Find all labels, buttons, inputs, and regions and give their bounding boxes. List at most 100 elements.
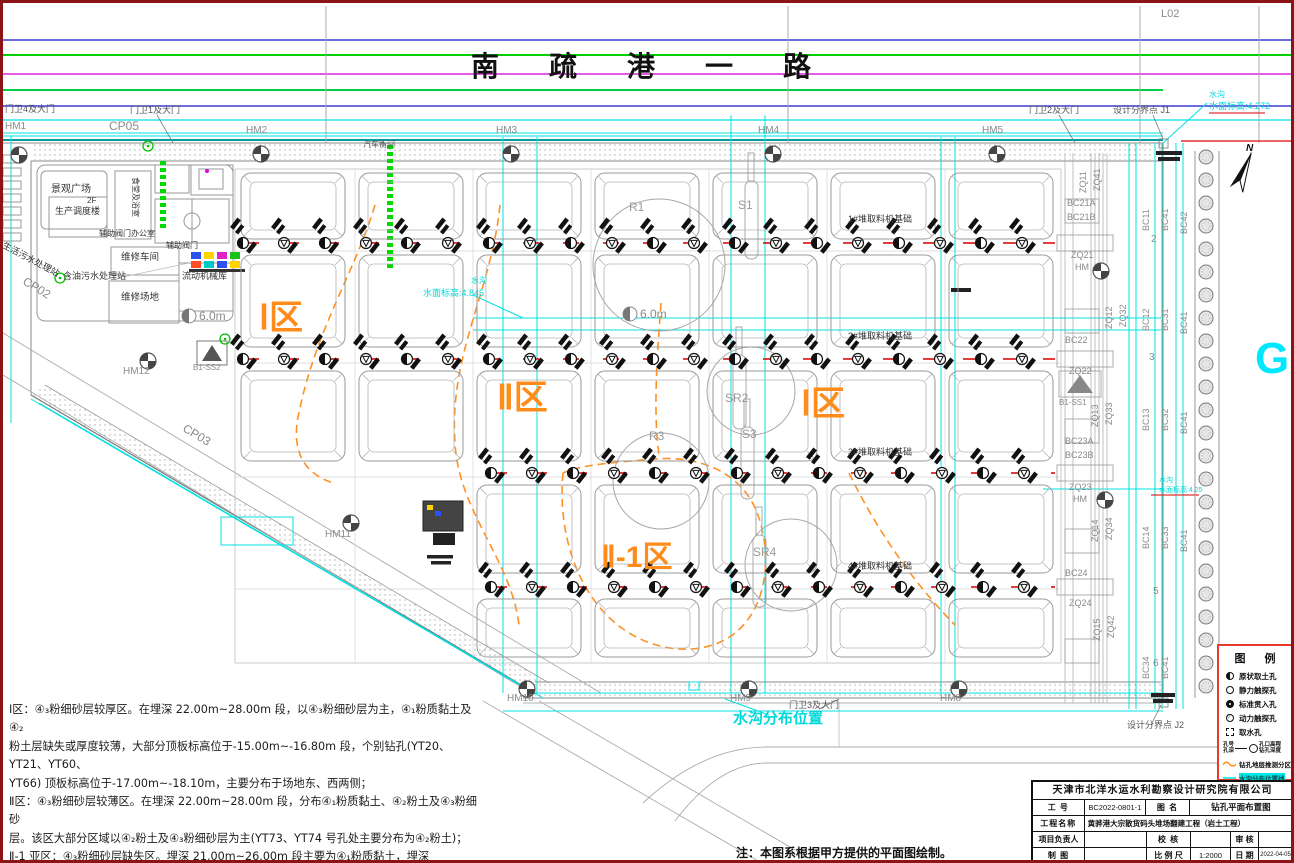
tree-symbol [1199, 472, 1213, 486]
bc32-label: BC32 [1161, 408, 1170, 431]
cp05-label: CP05 [109, 120, 139, 132]
hm1-label: HM1 [5, 122, 26, 132]
tree-symbol [1199, 518, 1213, 532]
legend-wave-row: 钻孔地层推测分区线 [1223, 757, 1289, 771]
tree-symbol [1199, 196, 1213, 210]
tree-symbol [1199, 495, 1213, 509]
oil-sewage-label: 含油污水处理站 [63, 272, 126, 281]
tree-symbol [1199, 403, 1213, 417]
pad-corner-line [362, 451, 369, 458]
check-label: 校 核 [1147, 832, 1191, 847]
zq24-label: ZQ24 [1069, 599, 1092, 608]
s3-label: S3 [742, 428, 757, 440]
survey-point-dot [147, 145, 150, 148]
stockpile-pad [595, 255, 699, 347]
stockpile-pad-inner [250, 182, 336, 230]
gate1-label: 门卫1及大门 [130, 106, 180, 115]
tree-symbol [1199, 334, 1213, 348]
pad-corner-line [925, 258, 932, 265]
stockpile-pad-inner [840, 608, 926, 648]
legend-item: 标准贯入孔 [1223, 697, 1289, 711]
pad-corner-line [480, 602, 487, 609]
pad-corner-line [244, 451, 251, 458]
pad-corner-line [598, 647, 605, 654]
legend-combo-circle-icon [1249, 744, 1258, 753]
bc13-label: BC13 [1142, 408, 1151, 431]
pad-corner-line [362, 258, 369, 265]
stockpile-pad [241, 173, 345, 239]
hm11-label: HM11 [325, 530, 351, 540]
scale-value: 1:2000 [1191, 848, 1231, 863]
pad-corner-line [834, 258, 841, 265]
manhole-wheel-wedge [343, 515, 351, 523]
stockpile-pad-inner [486, 608, 572, 648]
pad-corner-line [716, 451, 723, 458]
project-label: 工程名称 [1033, 816, 1085, 831]
note-line: 粉土层缺失或厚度较薄，大部分顶板标高位于-15.00m~-16.80m 段，个别… [9, 738, 483, 775]
pad-corner-line [453, 374, 460, 381]
zone-2-1-label: Ⅱ-1区 [601, 543, 672, 573]
pm-label: 项目负责人 [1033, 832, 1085, 847]
berth-5-label: 5 [1153, 587, 1159, 597]
legend-combo-right: 孔口高程钻孔深度 [1259, 742, 1281, 754]
pad-corner-line [335, 374, 342, 381]
pad-corner-line [716, 602, 723, 609]
zq21-label: ZQ21 [1071, 251, 1094, 260]
review-value [1259, 832, 1292, 847]
pad-corner-line [598, 229, 605, 236]
pad-corner-line [571, 176, 578, 183]
tree-symbol [1199, 219, 1213, 233]
pad-corner-line [1043, 602, 1050, 609]
tree-symbol [1199, 242, 1213, 256]
pad-corner-line [689, 488, 696, 495]
pad-corner-line [571, 258, 578, 265]
hm10-label: HM10 [507, 694, 534, 704]
legend-item-label: 动力触探孔 [1239, 713, 1277, 724]
elev-6m-mid: 6.0m [640, 308, 667, 320]
legend-item-label: 原状取土孔 [1239, 671, 1277, 682]
pad-corner-line [925, 488, 932, 495]
pad-corner-line [480, 258, 487, 265]
pad-corner-line [335, 258, 342, 265]
pad-corner-line [834, 176, 841, 183]
pad-corner-line [598, 602, 605, 609]
zq11-label: ZQ11 [1079, 171, 1088, 193]
compass-n-label: N [1246, 144, 1253, 154]
foundation-4-label: 4#堆取料机基础 [848, 562, 912, 571]
tree-symbol [1199, 357, 1213, 371]
bc42-label: BC42 [1180, 211, 1189, 234]
zq33-label: ZQ33 [1105, 402, 1114, 425]
fill-hole-icon [1223, 700, 1236, 708]
zone-2-label: Ⅱ区 [497, 381, 548, 415]
pad-corner-line [453, 337, 460, 344]
pad-corner-line [453, 258, 460, 265]
pad-corner-line [362, 374, 369, 381]
legend-item: 静力触探孔 [1223, 683, 1289, 697]
pad-corner-line [571, 602, 578, 609]
pad-corner-line [807, 176, 814, 183]
g-mark: G [1255, 337, 1289, 381]
stockpile-pad-inner [250, 380, 336, 452]
pad-corner-line [716, 337, 723, 344]
foundation-1-label: 1#堆取料机基础 [848, 215, 912, 224]
pad-corner-line [925, 176, 932, 183]
truck-scale-label: 汽车衡间 [363, 141, 395, 149]
scale-label: 比 例 尺 [1147, 848, 1191, 863]
pad-corner-line [716, 374, 723, 381]
pad-corner-line [1043, 374, 1050, 381]
pad-corner-line [244, 176, 251, 183]
j1-label: 设计分界点 J1 [1113, 106, 1170, 115]
tree-symbol [1199, 380, 1213, 394]
legend-combo-line [1235, 748, 1247, 749]
draft-label: 制 图 [1033, 848, 1085, 863]
drawing-source-note: 注：本图系根据甲方提供的平面图绘制。 [736, 844, 952, 861]
mobile-garage-label: 流动机械库 [182, 272, 227, 281]
plant-blob [423, 501, 463, 565]
legend-item: 取水孔 [1223, 725, 1289, 739]
tree-symbol [1199, 656, 1213, 670]
pad-corner-line [807, 374, 814, 381]
berth-6-label: 6 [1153, 659, 1159, 669]
fig-name-value: 钻孔平面布置图 [1190, 800, 1292, 815]
manhole-wheel-wedge [1101, 271, 1109, 279]
elev-mid-label: 水面标高:4.845 [423, 289, 484, 298]
